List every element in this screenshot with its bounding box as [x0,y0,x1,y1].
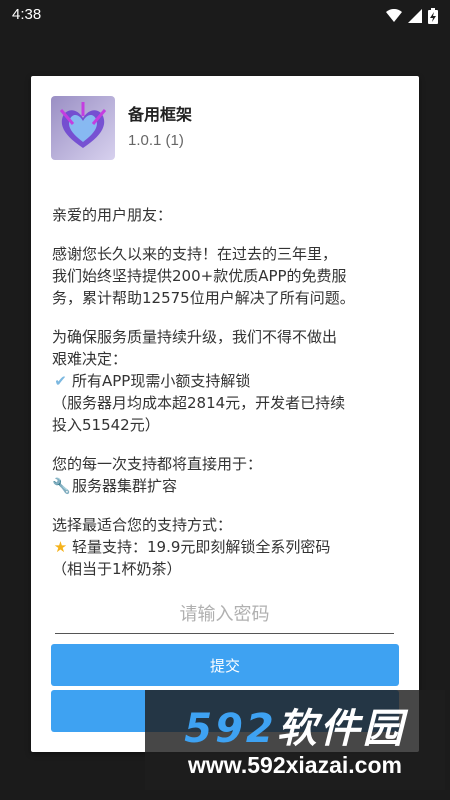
app-version: 1.0.1 (1) [128,132,184,149]
wifi-icon [386,9,402,23]
app-header: 备用框架 1.0.1 (1) [51,96,192,160]
signal-icon [408,9,422,23]
status-bar: 4:38 [0,0,450,32]
star-icon: ★ [53,538,68,556]
usage-paragraph: 您的每一次支持都将直接用于： 🔧服务器集群扩容 [52,453,402,497]
wrench-item: 🔧服务器集群扩容 [52,477,178,495]
support-paragraph: 选择最适合您的支持方式： ★ 轻量支持：19.9元即刻解锁全系列密码 （相当于1杯… [52,514,402,580]
star-item: ★ 轻量支持：19.9元即刻解锁全系列密码 [53,538,331,556]
status-icons [386,8,438,24]
battery-charging-icon [428,8,438,24]
submit-button[interactable]: 提交 [51,644,399,686]
unlock-dialog: 备用框架 1.0.1 (1) 亲爱的用户朋友： 感谢您长久以来的支持！在过去的三… [31,76,419,752]
message-body: 亲爱的用户朋友： 感谢您长久以来的支持！在过去的三年里， 我们始终坚持提供200… [52,204,402,597]
password-input[interactable] [55,596,394,634]
watermark-brand: 592软件园 [184,706,406,752]
checkmark-icon: ✔ [54,372,67,390]
greeting: 亲爱的用户朋友： [52,206,173,224]
watermark-logo: 592软件园 www.592xiazai.com [145,690,445,790]
app-logo-icon [51,96,115,160]
wrench-icon: 🔧 [52,477,71,495]
app-name: 备用框架 [128,105,193,124]
watermark-url: www.592xiazai.com [188,752,402,778]
status-time: 4:38 [12,6,42,23]
thanks-paragraph: 感谢您长久以来的支持！在过去的三年里， 我们始终坚持提供200+款优质APP的免… [52,245,355,307]
checkmark-item: ✔ 所有APP现需小额支持解锁 [52,370,402,392]
decision-paragraph: 为确保服务质量持续升级，我们不得不做出 艰难决定： ✔ 所有APP现需小额支持解锁… [52,326,402,436]
